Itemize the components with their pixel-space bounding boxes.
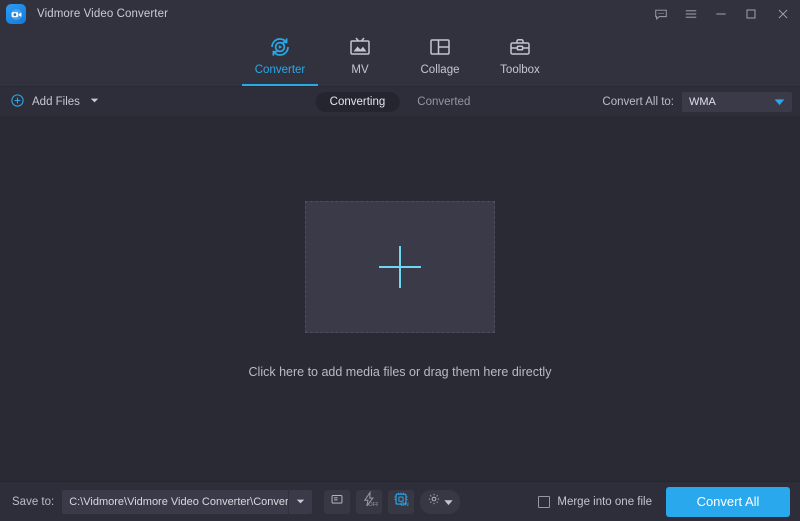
tab-converter-label: Converter	[254, 64, 306, 76]
window-controls	[646, 0, 800, 28]
tab-converter[interactable]: Converter	[240, 28, 320, 86]
chevron-down-icon[interactable]	[90, 96, 99, 108]
close-icon[interactable]	[766, 0, 800, 28]
add-files-button[interactable]: Add Files	[10, 93, 99, 111]
mv-icon	[348, 34, 372, 60]
chevron-down-icon[interactable]	[287, 489, 312, 514]
output-format-value: WMA	[689, 95, 716, 108]
app-title: Vidmore Video Converter	[37, 8, 169, 20]
lightning-icon: OFF	[360, 490, 380, 513]
svg-text:OFF: OFF	[368, 501, 378, 507]
gpu-acceleration-toggle[interactable]: ON	[388, 489, 415, 514]
video-camera-icon	[10, 8, 23, 21]
bottom-icon-buttons: OFF ON	[324, 489, 461, 514]
app-window: Vidmore Video Converter Converter MV Col…	[0, 0, 800, 521]
main-nav: Converter MV Collage Toolbox	[0, 28, 800, 86]
hardware-acceleration-toggle[interactable]: OFF	[356, 489, 383, 514]
plus-circle-icon	[10, 93, 25, 111]
convert-all-to-group: Convert All to: WMA	[602, 91, 792, 112]
toolbox-icon	[508, 34, 532, 60]
gear-icon	[427, 492, 441, 511]
triangle-down-icon	[444, 493, 453, 511]
cpu-chip-icon: ON	[392, 491, 410, 513]
folder-open-icon	[330, 492, 344, 511]
dropzone-hint: Click here to add media files or drag th…	[248, 364, 552, 379]
add-files-label: Add Files	[32, 95, 80, 108]
tab-converted[interactable]: Converted	[403, 92, 484, 112]
title-bar: Vidmore Video Converter	[0, 0, 800, 28]
tab-collage-label: Collage	[420, 64, 460, 76]
tab-toolbox[interactable]: Toolbox	[480, 28, 560, 86]
open-folder-button[interactable]	[324, 489, 351, 514]
action-toolbar: Add Files Converting Converted Convert A…	[0, 86, 800, 116]
feedback-icon[interactable]	[646, 0, 676, 28]
save-path-value: C:\Vidmore\Vidmore Video Converter\Conve…	[69, 495, 288, 508]
convert-all-to-label: Convert All to:	[602, 95, 674, 108]
merge-into-one-file-checkbox[interactable]: Merge into one file	[538, 495, 652, 508]
save-to-label: Save to:	[12, 495, 55, 508]
tab-collage[interactable]: Collage	[400, 28, 480, 86]
triangle-down-icon	[774, 93, 785, 111]
minimize-icon[interactable]	[706, 0, 736, 28]
tab-toolbox-label: Toolbox	[500, 64, 540, 76]
maximize-icon[interactable]	[736, 0, 766, 28]
save-to-group: Save to: C:\Vidmore\Vidmore Video Conver…	[12, 489, 313, 514]
svg-text:ON: ON	[400, 502, 408, 508]
plus-icon	[379, 245, 421, 288]
merge-label: Merge into one file	[557, 495, 652, 508]
tab-converting[interactable]: Converting	[315, 91, 400, 112]
bottom-bar: Save to: C:\Vidmore\Vidmore Video Conver…	[0, 481, 800, 521]
media-dropzone[interactable]	[305, 200, 495, 333]
converter-icon	[268, 34, 292, 60]
output-format-select[interactable]: WMA	[682, 91, 792, 112]
collage-icon	[428, 34, 452, 60]
status-tabs: Converting Converted	[315, 91, 485, 112]
tab-mv[interactable]: MV	[320, 28, 400, 86]
save-path-field[interactable]: C:\Vidmore\Vidmore Video Converter\Conve…	[62, 489, 313, 514]
app-logo	[6, 4, 26, 24]
bottom-right-group: Merge into one file Convert All	[538, 486, 790, 517]
tab-mv-label: MV	[351, 64, 369, 76]
checkbox-box[interactable]	[538, 495, 551, 508]
main-canvas: Click here to add media files or drag th…	[0, 116, 800, 481]
menu-icon[interactable]	[676, 0, 706, 28]
settings-button[interactable]	[420, 489, 461, 514]
convert-all-button[interactable]: Convert All	[666, 486, 790, 517]
